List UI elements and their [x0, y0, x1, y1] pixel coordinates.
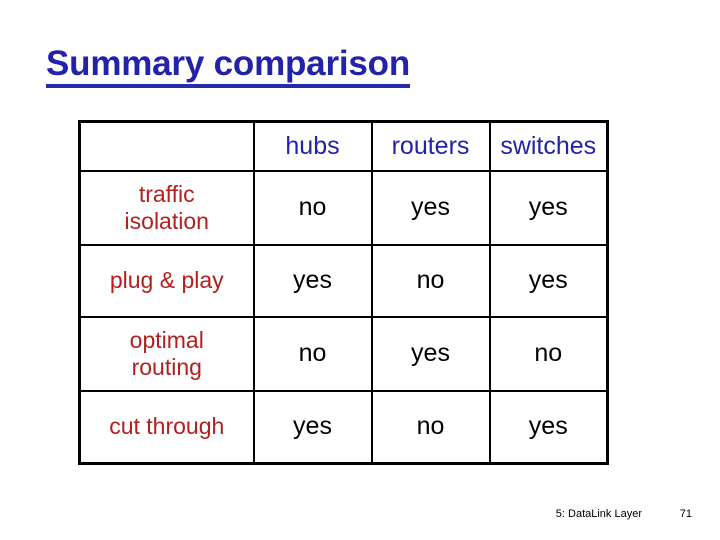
row-label-traffic-isolation: traffic isolation	[78, 170, 255, 246]
page-title: Summary comparison	[46, 46, 410, 88]
cell-cut-through-switches: yes	[488, 390, 609, 465]
cell-cut-through-routers: no	[370, 390, 491, 465]
cell-value: no	[298, 193, 327, 222]
table-header-hubs: hubs	[252, 120, 373, 172]
cell-optimal-routing-routers: yes	[370, 316, 491, 392]
cell-cut-through-hubs: yes	[252, 390, 373, 465]
row-label-plug-and-play: plug & play	[78, 244, 255, 318]
table-corner-cell	[78, 120, 255, 172]
comparison-table-container: hubs routers switches traffic isolation	[78, 120, 609, 465]
slide-footer: 5: DataLink Layer 71	[0, 508, 720, 526]
table-row: plug & play yes no yes	[78, 244, 609, 318]
cell-traffic-isolation-switches: yes	[488, 170, 609, 246]
cell-value: no	[416, 266, 445, 295]
cell-value: yes	[528, 266, 568, 295]
cell-optimal-routing-switches: no	[488, 316, 609, 392]
cell-traffic-isolation-routers: yes	[370, 170, 491, 246]
slide: Summary comparison hubs routers switches…	[0, 0, 720, 540]
row-label-line2: isolation	[124, 208, 209, 234]
cell-plug-and-play-hubs: yes	[252, 244, 373, 318]
cell-plug-and-play-switches: yes	[488, 244, 609, 318]
cell-value: yes	[528, 193, 568, 222]
table-row: optimal routing no yes no	[78, 316, 609, 392]
cell-optimal-routing-hubs: no	[252, 316, 373, 392]
row-label-line1: optimal	[129, 326, 204, 353]
row-label-cut-through: cut through	[78, 390, 255, 465]
cell-value: yes	[293, 412, 332, 441]
cell-value: yes	[411, 193, 450, 222]
comparison-table: hubs routers switches traffic isolation	[78, 120, 609, 465]
cell-value: yes	[411, 339, 450, 368]
table-header-row: hubs routers switches	[78, 120, 609, 172]
cell-value: no	[298, 339, 327, 368]
row-label-line1: cut through	[109, 413, 225, 440]
footer-section-label: 5: DataLink Layer	[555, 508, 642, 520]
row-label-line1: traffic	[138, 180, 195, 207]
table-row: traffic isolation no yes yes	[78, 170, 609, 246]
row-label-optimal-routing: optimal routing	[78, 316, 255, 392]
table-header-routers-label: routers	[391, 131, 470, 160]
footer-page-number: 71	[679, 508, 692, 520]
row-label-line2: routing	[131, 354, 202, 380]
cell-value: yes	[528, 412, 568, 441]
cell-value: yes	[293, 266, 332, 295]
table-row: cut through yes no yes	[78, 390, 609, 465]
cell-value: no	[416, 412, 445, 441]
cell-traffic-isolation-hubs: no	[252, 170, 373, 246]
table-header-switches: switches	[488, 120, 609, 172]
cell-plug-and-play-routers: no	[370, 244, 491, 318]
table-header-routers: routers	[370, 120, 491, 172]
table-header-hubs-label: hubs	[285, 131, 340, 160]
page-title-text: Summary comparison	[46, 46, 410, 88]
cell-value: no	[534, 339, 563, 368]
table-header-switches-label: switches	[500, 131, 597, 160]
row-label-line1: plug & play	[109, 267, 224, 294]
